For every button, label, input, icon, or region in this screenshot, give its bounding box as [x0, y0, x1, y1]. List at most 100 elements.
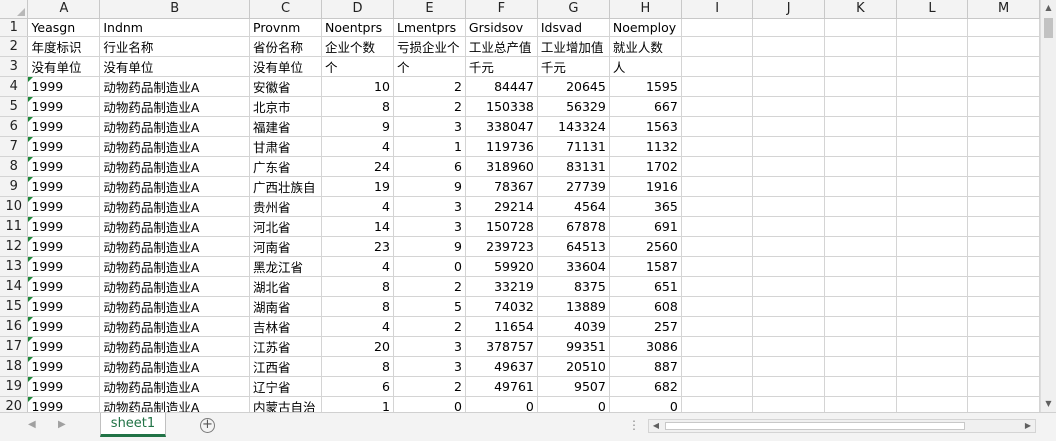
cell[interactable] [896, 136, 969, 157]
cell[interactable] [681, 196, 754, 217]
cell[interactable]: 1999 [27, 96, 101, 117]
cell[interactable]: Yeasgn [27, 18, 101, 37]
cell[interactable] [896, 116, 969, 137]
cell[interactable]: 257 [609, 316, 682, 337]
row-header[interactable]: 6 [0, 116, 29, 137]
cell[interactable]: 64513 [537, 236, 610, 257]
cell[interactable]: Noentprs [321, 18, 394, 37]
cell[interactable] [967, 276, 1040, 297]
cell[interactable] [896, 176, 969, 197]
cell[interactable]: 个 [321, 56, 394, 77]
cell[interactable]: 1999 [27, 216, 101, 237]
cell[interactable]: 北京市 [249, 96, 322, 117]
cell[interactable]: Provnm [249, 18, 322, 37]
cell[interactable] [752, 196, 826, 217]
cell[interactable]: 1999 [27, 256, 101, 277]
cell[interactable] [681, 256, 754, 277]
cell[interactable]: 1702 [609, 156, 682, 177]
cell[interactable]: 143324 [537, 116, 610, 137]
cell[interactable] [824, 56, 897, 77]
cell[interactable]: 239723 [465, 236, 538, 257]
cell[interactable]: 8 [321, 356, 394, 377]
cell[interactable] [896, 336, 969, 357]
column-header[interactable]: D [321, 0, 394, 19]
cell[interactable] [824, 256, 897, 277]
cell[interactable]: Indnm [99, 18, 251, 37]
cell[interactable]: 56329 [537, 96, 610, 117]
cell[interactable] [824, 36, 897, 57]
cell[interactable] [896, 156, 969, 177]
cell[interactable]: 1999 [27, 376, 101, 397]
cell[interactable]: 4564 [537, 196, 610, 217]
cell[interactable]: 动物药品制造业A [99, 116, 251, 137]
cell[interactable]: 广西壮族自 [249, 176, 322, 197]
column-header[interactable]: K [824, 0, 897, 19]
cell[interactable] [896, 376, 969, 397]
cell[interactable] [681, 236, 754, 257]
cell[interactable]: 49761 [465, 376, 538, 397]
cell[interactable]: 工业总产值 [465, 36, 538, 57]
cell[interactable]: 20510 [537, 356, 610, 377]
cell[interactable]: 59920 [465, 256, 538, 277]
cell[interactable] [681, 396, 754, 412]
row-header[interactable]: 1 [0, 18, 29, 37]
cell[interactable] [967, 236, 1040, 257]
cell[interactable]: 动物药品制造业A [99, 96, 251, 117]
column-header[interactable]: F [465, 0, 538, 19]
row-header[interactable]: 12 [0, 236, 29, 257]
scroll-left-icon[interactable]: ◀ [649, 420, 663, 432]
cell[interactable]: 1916 [609, 176, 682, 197]
cell[interactable] [967, 36, 1040, 57]
cell[interactable]: 338047 [465, 116, 538, 137]
cell[interactable] [752, 396, 826, 412]
cell[interactable]: 1 [393, 136, 466, 157]
cell[interactable]: 1563 [609, 116, 682, 137]
cell[interactable]: 广东省 [249, 156, 322, 177]
cell[interactable] [967, 76, 1040, 97]
cell[interactable] [824, 296, 897, 317]
cell[interactable]: 8 [321, 296, 394, 317]
row-header[interactable]: 7 [0, 136, 29, 157]
cell[interactable]: 1999 [27, 76, 101, 97]
cell[interactable]: 887 [609, 356, 682, 377]
cell[interactable] [752, 316, 826, 337]
cell[interactable]: 3 [393, 116, 466, 137]
cell[interactable] [824, 356, 897, 377]
cell[interactable] [752, 356, 826, 377]
select-all-corner[interactable] [0, 0, 29, 19]
row-header[interactable]: 11 [0, 216, 29, 237]
cell[interactable]: 150728 [465, 216, 538, 237]
cell[interactable]: 动物药品制造业A [99, 336, 251, 357]
cell[interactable]: 691 [609, 216, 682, 237]
row-header[interactable]: 17 [0, 336, 29, 357]
scroll-down-icon[interactable]: ▼ [1041, 396, 1056, 411]
cell[interactable] [752, 156, 826, 177]
cell[interactable]: 78367 [465, 176, 538, 197]
cell[interactable] [681, 176, 754, 197]
add-sheet-button[interactable]: + [200, 418, 215, 433]
cell[interactable]: 动物药品制造业A [99, 356, 251, 377]
cell[interactable]: 动物药品制造业A [99, 136, 251, 157]
column-header[interactable]: J [752, 0, 826, 19]
row-header[interactable]: 3 [0, 56, 29, 77]
cell[interactable]: 33604 [537, 256, 610, 277]
cell[interactable] [967, 396, 1040, 412]
cell[interactable]: 甘肃省 [249, 136, 322, 157]
cell[interactable] [824, 156, 897, 177]
prev-sheet-icon[interactable]: ◀ [28, 419, 36, 430]
cell[interactable]: 辽宁省 [249, 376, 322, 397]
cell[interactable]: 吉林省 [249, 316, 322, 337]
cell[interactable]: 150338 [465, 96, 538, 117]
cell[interactable]: 318960 [465, 156, 538, 177]
cell[interactable] [681, 96, 754, 117]
cell[interactable] [681, 316, 754, 337]
cell[interactable] [824, 276, 897, 297]
cell[interactable] [967, 356, 1040, 377]
cell[interactable] [824, 396, 897, 412]
cell[interactable] [967, 116, 1040, 137]
cell[interactable]: 378757 [465, 336, 538, 357]
cell[interactable]: 2 [393, 316, 466, 337]
column-header[interactable]: B [99, 0, 251, 19]
cell[interactable] [752, 376, 826, 397]
cell[interactable] [824, 216, 897, 237]
